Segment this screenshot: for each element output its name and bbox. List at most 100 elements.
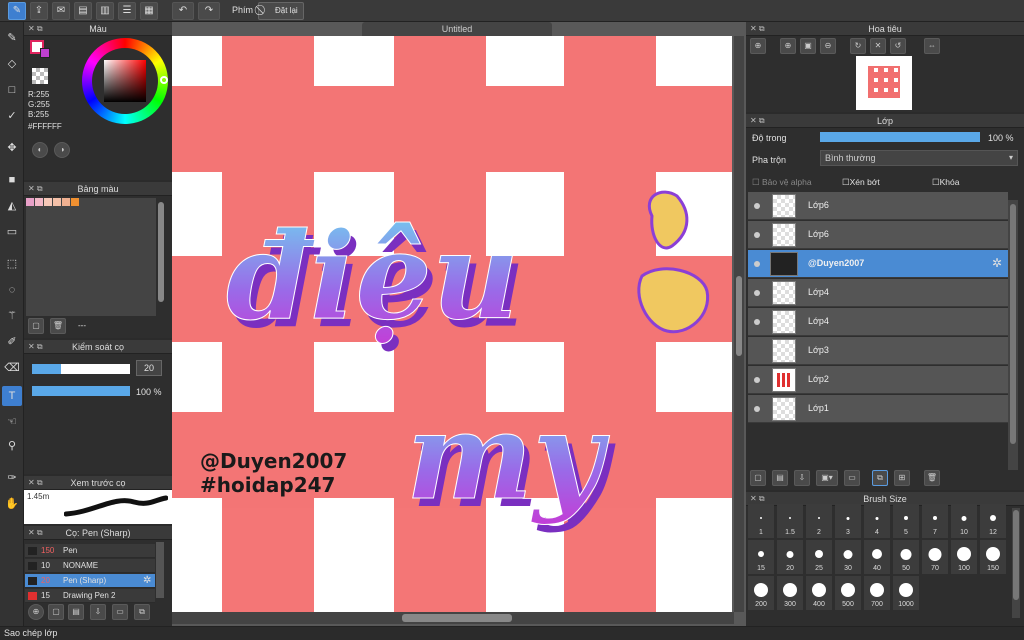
eye-icon[interactable] <box>754 232 760 238</box>
delete-palette-icon[interactable]: 🗑 <box>50 318 66 334</box>
layer-row[interactable]: Lớp4 <box>748 308 1008 336</box>
gear-icon[interactable]: ✲ <box>143 574 151 588</box>
brush-opacity-slider[interactable] <box>32 386 130 396</box>
palette-swatch[interactable] <box>71 198 79 206</box>
rotate-right-icon[interactable]: ↺ <box>890 38 906 54</box>
eye-icon[interactable] <box>754 290 760 296</box>
chat-icon[interactable]: ✉ <box>52 2 70 20</box>
select-tool-icon[interactable]: ✓ <box>2 106 22 126</box>
eye-icon[interactable] <box>754 348 760 354</box>
brush-size-option[interactable]: 1.5 <box>777 504 803 538</box>
brush-size-option[interactable]: 12 <box>980 504 1006 538</box>
grid-icon[interactable]: ▦ <box>140 2 158 20</box>
navigator-thumbnail[interactable] <box>856 56 912 110</box>
brush-item[interactable]: 150 Pen <box>25 544 155 558</box>
close-icon[interactable]: ✕ ⧉ <box>28 182 43 196</box>
brush-item[interactable]: 15 Drawing Pen 2 <box>25 589 155 603</box>
brush-size-option[interactable]: 70 <box>922 540 948 574</box>
eye-icon[interactable] <box>754 406 760 412</box>
flip-icon[interactable]: ⇔ <box>924 38 940 54</box>
undo-icon[interactable]: ↶ <box>172 2 194 20</box>
zoom-in-icon[interactable]: ⊕ <box>750 38 766 54</box>
drawing-canvas[interactable]: điệu điệu my my @Duyen2007 #hoidap247 <box>172 36 732 612</box>
pen-tool-icon[interactable]: ✑ <box>2 468 22 488</box>
brush-size-option[interactable]: 7 <box>922 504 948 538</box>
brush-list-scrollbar[interactable] <box>156 542 164 598</box>
list-icon[interactable]: ☰ <box>118 2 136 20</box>
bucket-tool-icon[interactable]: ◭ <box>2 196 22 216</box>
brush-tool-icon[interactable]: ✎ <box>2 28 22 48</box>
brush-mode-icon[interactable]: ✎ <box>8 2 26 20</box>
eraser-tool-icon[interactable]: ◇ <box>2 54 22 74</box>
palette-icon[interactable]: ◐ <box>32 142 48 158</box>
background-color[interactable] <box>40 48 50 58</box>
brush-size-option[interactable]: 200 <box>748 576 774 610</box>
brush-size-option[interactable]: 150 <box>980 540 1006 574</box>
close-icon[interactable]: ✕ ⧉ <box>28 22 43 36</box>
import-brush-icon[interactable]: ⇩ <box>90 604 106 620</box>
layer-row[interactable]: Lớp2 <box>748 366 1008 394</box>
brush-size-option[interactable]: 50 <box>893 540 919 574</box>
layer-opacity-slider[interactable] <box>820 132 980 142</box>
share-icon[interactable]: ⇪ <box>30 2 48 20</box>
select-eraser-icon[interactable]: ⌫ <box>2 358 22 378</box>
rect-select-icon[interactable]: ⬚ <box>2 254 22 274</box>
hand-tool-icon[interactable]: ✋ <box>2 494 22 514</box>
brush-size-option[interactable]: 2 <box>806 504 832 538</box>
layer-row[interactable]: Lớp3 <box>748 337 1008 365</box>
close-icon[interactable]: ✕ ⧉ <box>750 22 765 36</box>
reset-button[interactable]: ⃠ Đặt lại <box>258 2 304 20</box>
brush-size-option[interactable]: 300 <box>777 576 803 610</box>
palette-swatch[interactable] <box>44 198 52 206</box>
fill-rect-icon[interactable]: ■ <box>2 170 22 190</box>
zoom-out-icon[interactable]: ⊖ <box>820 38 836 54</box>
saturation-square[interactable] <box>104 60 146 102</box>
vertical-scrollbar[interactable] <box>734 36 744 612</box>
new-palette-icon[interactable]: ▢ <box>28 318 44 334</box>
layers-scrollbar[interactable] <box>1008 200 1018 470</box>
duplicate-icon[interactable]: ⧉ <box>134 604 150 620</box>
color-settings-icon[interactable]: ◑ <box>54 142 70 158</box>
brush-item[interactable]: 20 Pen (Sharp) ✲ <box>25 574 155 588</box>
protect-alpha-checkbox[interactable]: ☐ Bảo vệ alpha <box>752 177 812 188</box>
close-icon[interactable]: ✕ ⧉ <box>28 476 43 490</box>
comment-icon[interactable]: ▤ <box>74 2 92 20</box>
edit-brush-icon[interactable]: ▤ <box>68 604 84 620</box>
duplicate-layer-icon[interactable]: ⧉ <box>872 470 888 486</box>
text-tool-icon[interactable]: T <box>2 386 22 406</box>
brush-size-option[interactable]: 4 <box>864 504 890 538</box>
layer-row[interactable]: Lớp1 <box>748 395 1008 423</box>
brush-item[interactable]: 10 NONAME <box>25 559 155 573</box>
brush-size-option[interactable]: 500 <box>835 576 861 610</box>
magic-wand-icon[interactable]: ⚚ <box>2 306 22 326</box>
import-layer-icon[interactable]: ⇩ <box>794 470 810 486</box>
brush-size-option[interactable]: 100 <box>951 540 977 574</box>
document-icon[interactable]: ▥ <box>96 2 114 20</box>
redo-icon[interactable]: ↷ <box>198 2 220 20</box>
brush-size-option[interactable]: 1 <box>748 504 774 538</box>
blend-select[interactable]: Bình thường ▾ <box>820 150 1018 166</box>
layer-row[interactable]: Lớp4 <box>748 279 1008 307</box>
hue-handle[interactable] <box>160 76 168 84</box>
horizontal-scrollbar[interactable] <box>172 612 734 624</box>
palette-swatch[interactable] <box>35 198 43 206</box>
select-pen-icon[interactable]: ✐ <box>2 332 22 352</box>
new-layer-icon[interactable]: ▢ <box>750 470 766 486</box>
brush-size-slider[interactable] <box>32 364 130 374</box>
brush-size-option[interactable]: 25 <box>806 540 832 574</box>
reset-rotate-icon[interactable]: ✕ <box>870 38 886 54</box>
gear-icon[interactable]: ✲ <box>992 256 1002 270</box>
merge-layer-icon[interactable]: ⊞ <box>894 470 910 486</box>
brush-size-option[interactable]: 10 <box>951 504 977 538</box>
brush-size-option[interactable]: 15 <box>748 540 774 574</box>
color-wheel[interactable] <box>82 38 168 124</box>
close-icon[interactable]: ✕ ⧉ <box>750 114 765 128</box>
close-icon[interactable]: ✕ ⧉ <box>28 340 43 354</box>
new-layer-icon[interactable]: ▤ <box>772 470 788 486</box>
brush-size-option[interactable]: 400 <box>806 576 832 610</box>
lasso-tool-icon[interactable]: ◌ <box>2 280 22 300</box>
brush-size-option[interactable]: 5 <box>893 504 919 538</box>
delete-layer-icon[interactable]: 🗑 <box>924 470 940 486</box>
rotate-icon[interactable]: ↻ <box>850 38 866 54</box>
palette-scrollbar[interactable] <box>158 202 164 302</box>
